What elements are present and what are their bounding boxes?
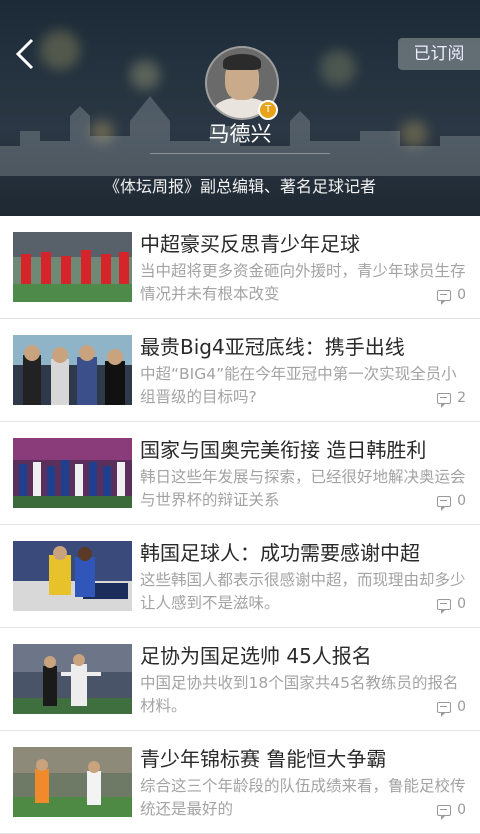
article-summary: 韩日这些年发展与探索，已经很好地解决奥运会与世界杯的辩证关系 bbox=[140, 468, 466, 509]
comment-count[interactable]: 0 bbox=[437, 699, 466, 717]
article-title: 足协为国足选帅 45人报名 bbox=[140, 644, 372, 668]
article-item[interactable]: 中超豪买反思青少年足球 当中超将更多资金砸向外援时，青少年球员生存情况并未有根本… bbox=[0, 216, 480, 319]
article-title: 青少年锦标赛 鲁能恒大争霸 bbox=[140, 747, 387, 771]
article-summary: 这些韩国人都表示很感谢中超，而现理由却多少让人感到不是滋味。 bbox=[140, 571, 466, 612]
article-item[interactable]: 国家与国奥完美衔接 造日韩胜利 韩日这些年发展与探索，已经很好地解决奥运会与世界… bbox=[0, 422, 480, 525]
comment-icon bbox=[437, 701, 452, 717]
article-summary: 中超“BIG4”能在今年亚冠中第一次实现全员小组晋级的目标吗? bbox=[140, 365, 457, 406]
article-summary: 综合这三个年龄段的队伍成绩来看，鲁能足校传统还是最好的 bbox=[140, 777, 466, 818]
author-bio: 《体坛周报》副总编辑、著名足球记者 bbox=[103, 177, 376, 196]
author-header: 已订阅 T 马德兴 《体坛周报》副总编辑、著名足球记者 bbox=[0, 0, 480, 216]
comment-icon bbox=[437, 804, 452, 820]
article-summary: 中国足协共收到18个国家共45名教练员的报名材料。 bbox=[140, 674, 459, 715]
comment-count[interactable]: 0 bbox=[437, 596, 466, 614]
back-arrow-icon[interactable] bbox=[12, 36, 40, 72]
article-title: 最贵Big4亚冠底线：携手出线 bbox=[140, 335, 405, 359]
comment-icon bbox=[437, 495, 452, 511]
article-title: 国家与国奥完美衔接 造日韩胜利 bbox=[140, 438, 427, 462]
comment-count[interactable]: 0 bbox=[437, 287, 466, 305]
article-item[interactable]: 青少年锦标赛 鲁能恒大争霸 综合这三个年龄段的队伍成绩来看，鲁能足校传统还是最好… bbox=[0, 731, 480, 834]
article-title: 中超豪买反思青少年足球 bbox=[140, 232, 360, 256]
comment-icon bbox=[437, 598, 452, 614]
article-item[interactable]: 足协为国足选帅 45人报名 中国足协共收到18个国家共45名教练员的报名材料。 … bbox=[0, 628, 480, 731]
comment-icon bbox=[437, 289, 452, 305]
article-list: 中超豪买反思青少年足球 当中超将更多资金砸向外援时，青少年球员生存情况并未有根本… bbox=[0, 216, 480, 834]
comment-count[interactable]: 0 bbox=[437, 802, 466, 820]
comment-count[interactable]: 2 bbox=[437, 390, 466, 408]
comment-icon bbox=[437, 392, 452, 408]
verified-badge: T bbox=[258, 100, 278, 120]
subscribed-button[interactable]: 已订阅 bbox=[398, 38, 480, 70]
article-title: 韩国足球人：成功需要感谢中超 bbox=[140, 541, 420, 565]
background-light bbox=[40, 30, 80, 70]
article-thumbnail bbox=[13, 438, 132, 508]
article-thumbnail bbox=[13, 644, 132, 714]
article-thumbnail bbox=[13, 335, 132, 405]
divider bbox=[150, 153, 330, 154]
article-thumbnail bbox=[13, 232, 132, 302]
background-light bbox=[320, 50, 356, 86]
article-item[interactable]: 韩国足球人：成功需要感谢中超 这些韩国人都表示很感谢中超，而现理由却多少让人感到… bbox=[0, 525, 480, 628]
article-thumbnail bbox=[13, 747, 132, 817]
comment-count[interactable]: 0 bbox=[437, 493, 466, 511]
article-thumbnail bbox=[13, 541, 132, 611]
article-summary: 当中超将更多资金砸向外援时，青少年球员生存情况并未有根本改变 bbox=[140, 262, 466, 303]
author-name: 马德兴 bbox=[208, 122, 272, 146]
article-item[interactable]: 最贵Big4亚冠底线：携手出线 中超“BIG4”能在今年亚冠中第一次实现全员小组… bbox=[0, 319, 480, 422]
